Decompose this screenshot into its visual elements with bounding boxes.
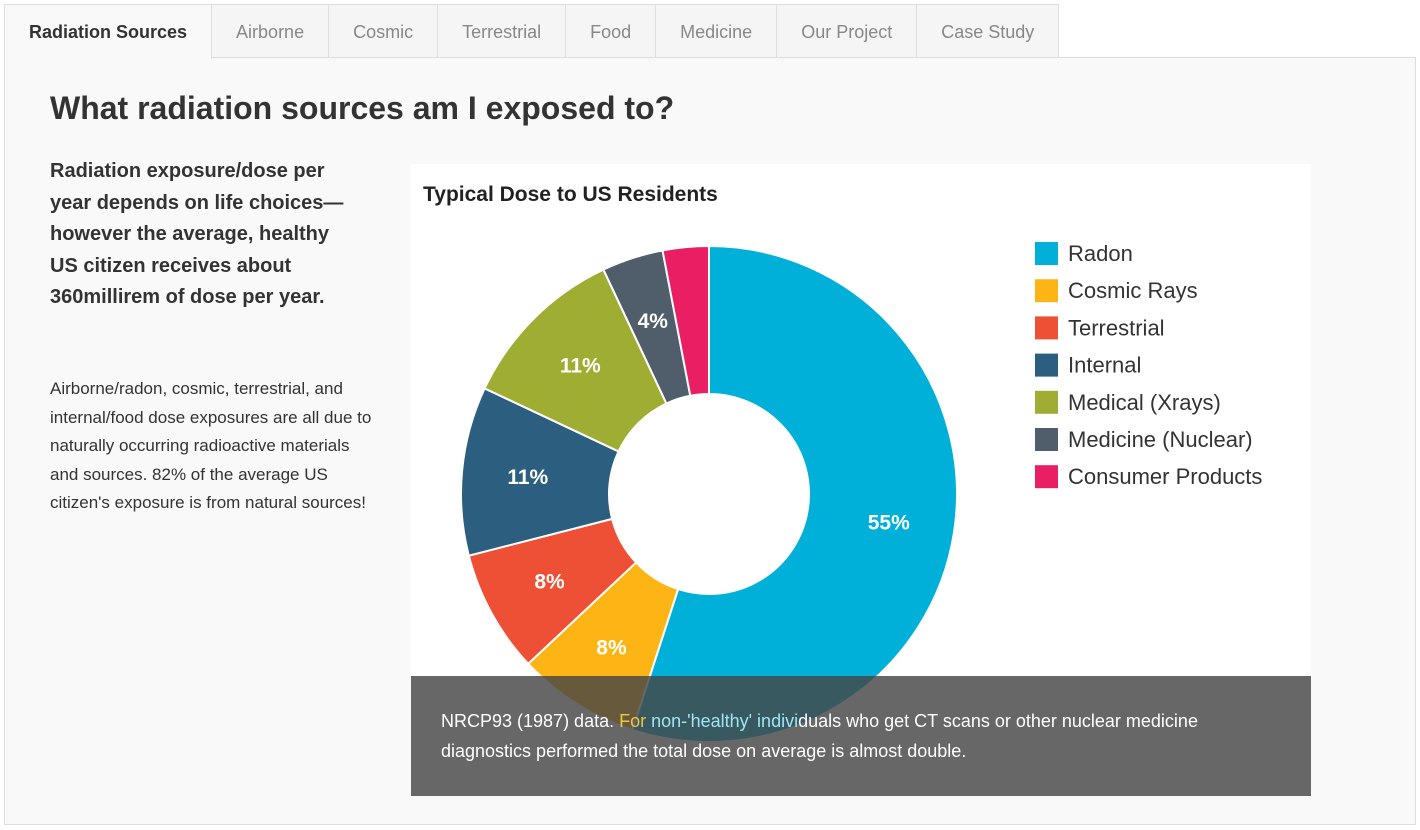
legend-label-terrestrial[interactable]: Terrestrial [1068, 315, 1165, 340]
legend-swatch-internal [1035, 353, 1058, 377]
slice-label-cosmic-rays: 8% [596, 637, 627, 660]
dose-chart: Typical Dose to US Residents 55% 8% 8% 11% 11… [411, 164, 1311, 796]
tab-cosmic[interactable]: Cosmic [329, 4, 439, 58]
legend-label-cosmic-rays[interactable]: Cosmic Rays [1068, 278, 1198, 303]
legend-swatch-medicine-nuclear [1035, 428, 1058, 451]
caption-text-3: non-'healthy' indivi [651, 711, 799, 731]
caption-text-2: For [619, 711, 652, 731]
legend-label-medical-xrays[interactable]: Medical (Xrays) [1068, 390, 1221, 415]
content-panel: What radiation sources am I exposed to? … [4, 57, 1416, 825]
legend-label-consumer-products[interactable]: Consumer Products [1068, 464, 1262, 489]
slice-label-terrestrial: 8% [534, 571, 565, 594]
legend-swatch-terrestrial [1035, 316, 1058, 340]
legend-swatch-medical-xrays [1035, 390, 1058, 414]
tab-terrestrial[interactable]: Terrestrial [438, 4, 567, 58]
slice-label-medical-xrays: 11% [560, 354, 601, 377]
tab-medicine[interactable]: Medicine [656, 4, 778, 58]
slice-label-medicine-nuclear: 4% [638, 310, 669, 333]
legend-swatch-cosmic-rays [1035, 279, 1058, 303]
slice-label-internal: 11% [507, 466, 548, 489]
legend-swatch-radon [1035, 242, 1058, 265]
lead-paragraph: Radiation exposure/dose per year depends… [50, 160, 344, 308]
chart-title: Typical Dose to US Residents [423, 183, 718, 206]
body-paragraph: Airborne/radon, cosmic, terrestrial, and… [50, 379, 372, 513]
legend-label-internal[interactable]: Internal [1068, 353, 1141, 378]
legend-label-medicine-nuclear[interactable]: Medicine (Nuclear) [1068, 427, 1253, 452]
tab-bar: Radiation Sources Airborne Cosmic Terres… [4, 4, 1060, 59]
slice-label-radon: 55% [868, 511, 910, 534]
page-title: What radiation sources am I exposed to? [50, 90, 675, 126]
tab-our-project[interactable]: Our Project [777, 4, 918, 58]
legend-label-radon[interactable]: Radon [1068, 241, 1133, 266]
tab-case-study[interactable]: Case Study [917, 4, 1060, 58]
legend-swatch-consumer-products [1035, 465, 1058, 489]
tab-airborne[interactable]: Airborne [212, 4, 330, 58]
caption-text-1: NRCP93 (1987) data. [441, 711, 620, 731]
tab-food[interactable]: Food [566, 4, 657, 58]
chart-caption: NRCP93 (1987) data. For non-'healthy' in… [411, 676, 1311, 796]
tab-radiation-sources[interactable]: Radiation Sources [4, 4, 213, 59]
